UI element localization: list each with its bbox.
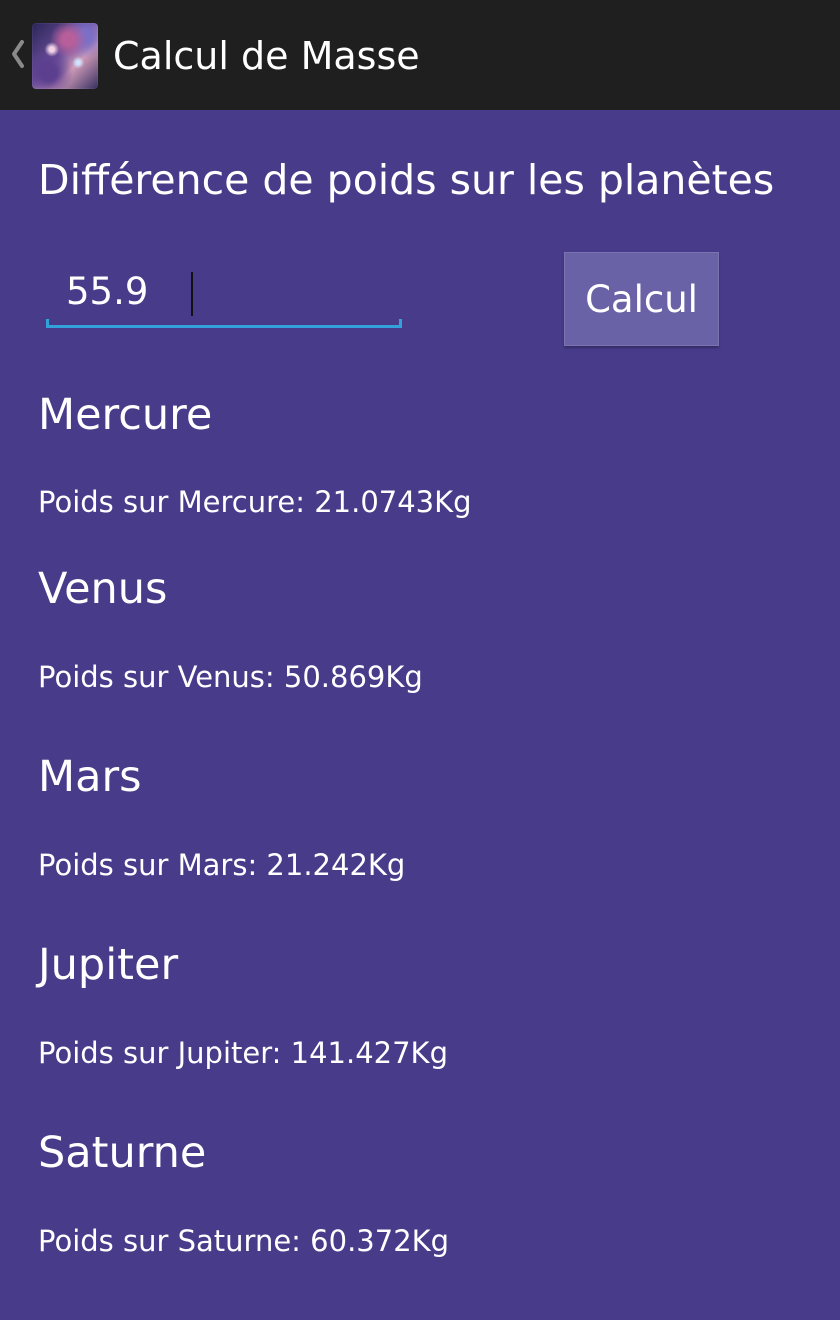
mass-input[interactable]	[46, 262, 402, 320]
planet-weight-saturne: Poids sur Saturne: 60.372Kg	[38, 1224, 450, 1258]
planet-name-jupiter: Jupiter	[38, 940, 179, 990]
input-underline	[46, 319, 402, 328]
planet-name-venus: Venus	[38, 564, 168, 614]
planet-weight-jupiter: Poids sur Jupiter: 141.427Kg	[38, 1036, 448, 1070]
chevron-left-icon[interactable]	[8, 36, 28, 72]
app-title: Calcul de Masse	[113, 34, 420, 78]
planet-name-mars: Mars	[38, 752, 142, 802]
planet-weight-mars: Poids sur Mars: 21.242Kg	[38, 848, 406, 882]
text-cursor	[191, 272, 193, 316]
action-bar: Calcul de Masse	[0, 0, 840, 110]
calcul-button[interactable]: Calcul	[564, 252, 719, 346]
planet-name-saturne: Saturne	[38, 1128, 207, 1178]
nebula-app-icon[interactable]	[32, 23, 98, 89]
mass-input-container	[46, 262, 402, 328]
planet-weight-venus: Poids sur Venus: 50.869Kg	[38, 660, 423, 694]
page-heading: Différence de poids sur les planètes	[38, 156, 775, 204]
planet-name-mercure: Mercure	[38, 390, 213, 440]
planet-weight-mercure: Poids sur Mercure: 21.0743Kg	[38, 485, 472, 519]
